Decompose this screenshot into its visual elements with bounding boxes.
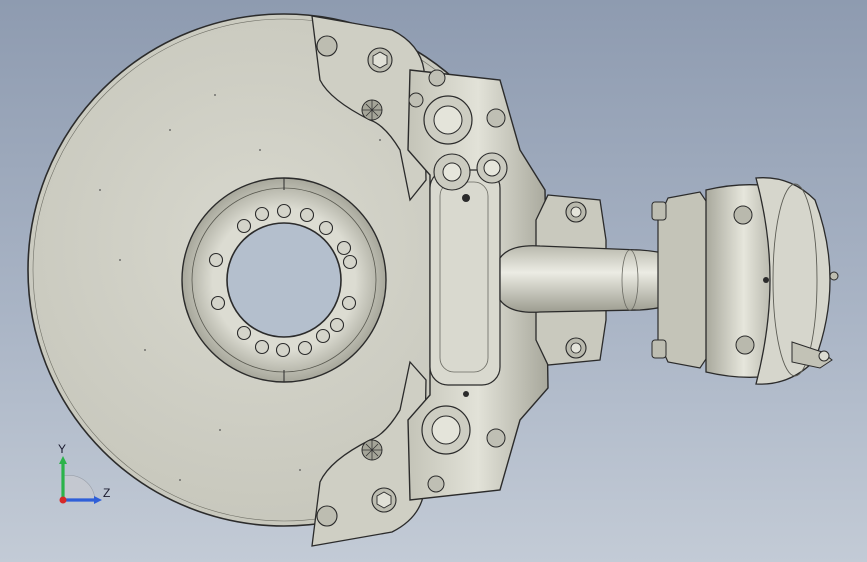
graphics-viewport[interactable]: Y Z	[0, 0, 867, 562]
y-axis-arrowhead	[59, 456, 67, 464]
y-axis-label: Y	[58, 442, 67, 456]
wheel-hub[interactable]	[181, 177, 387, 383]
brake-assembly-model[interactable]	[0, 0, 867, 562]
z-axis-label: Z	[103, 486, 111, 500]
z-axis-arrowhead	[94, 496, 102, 504]
triad-plane	[62, 475, 96, 501]
x-axis-dot	[59, 496, 67, 504]
hub-bore	[226, 222, 342, 338]
brake-chamber[interactable]	[651, 177, 839, 385]
